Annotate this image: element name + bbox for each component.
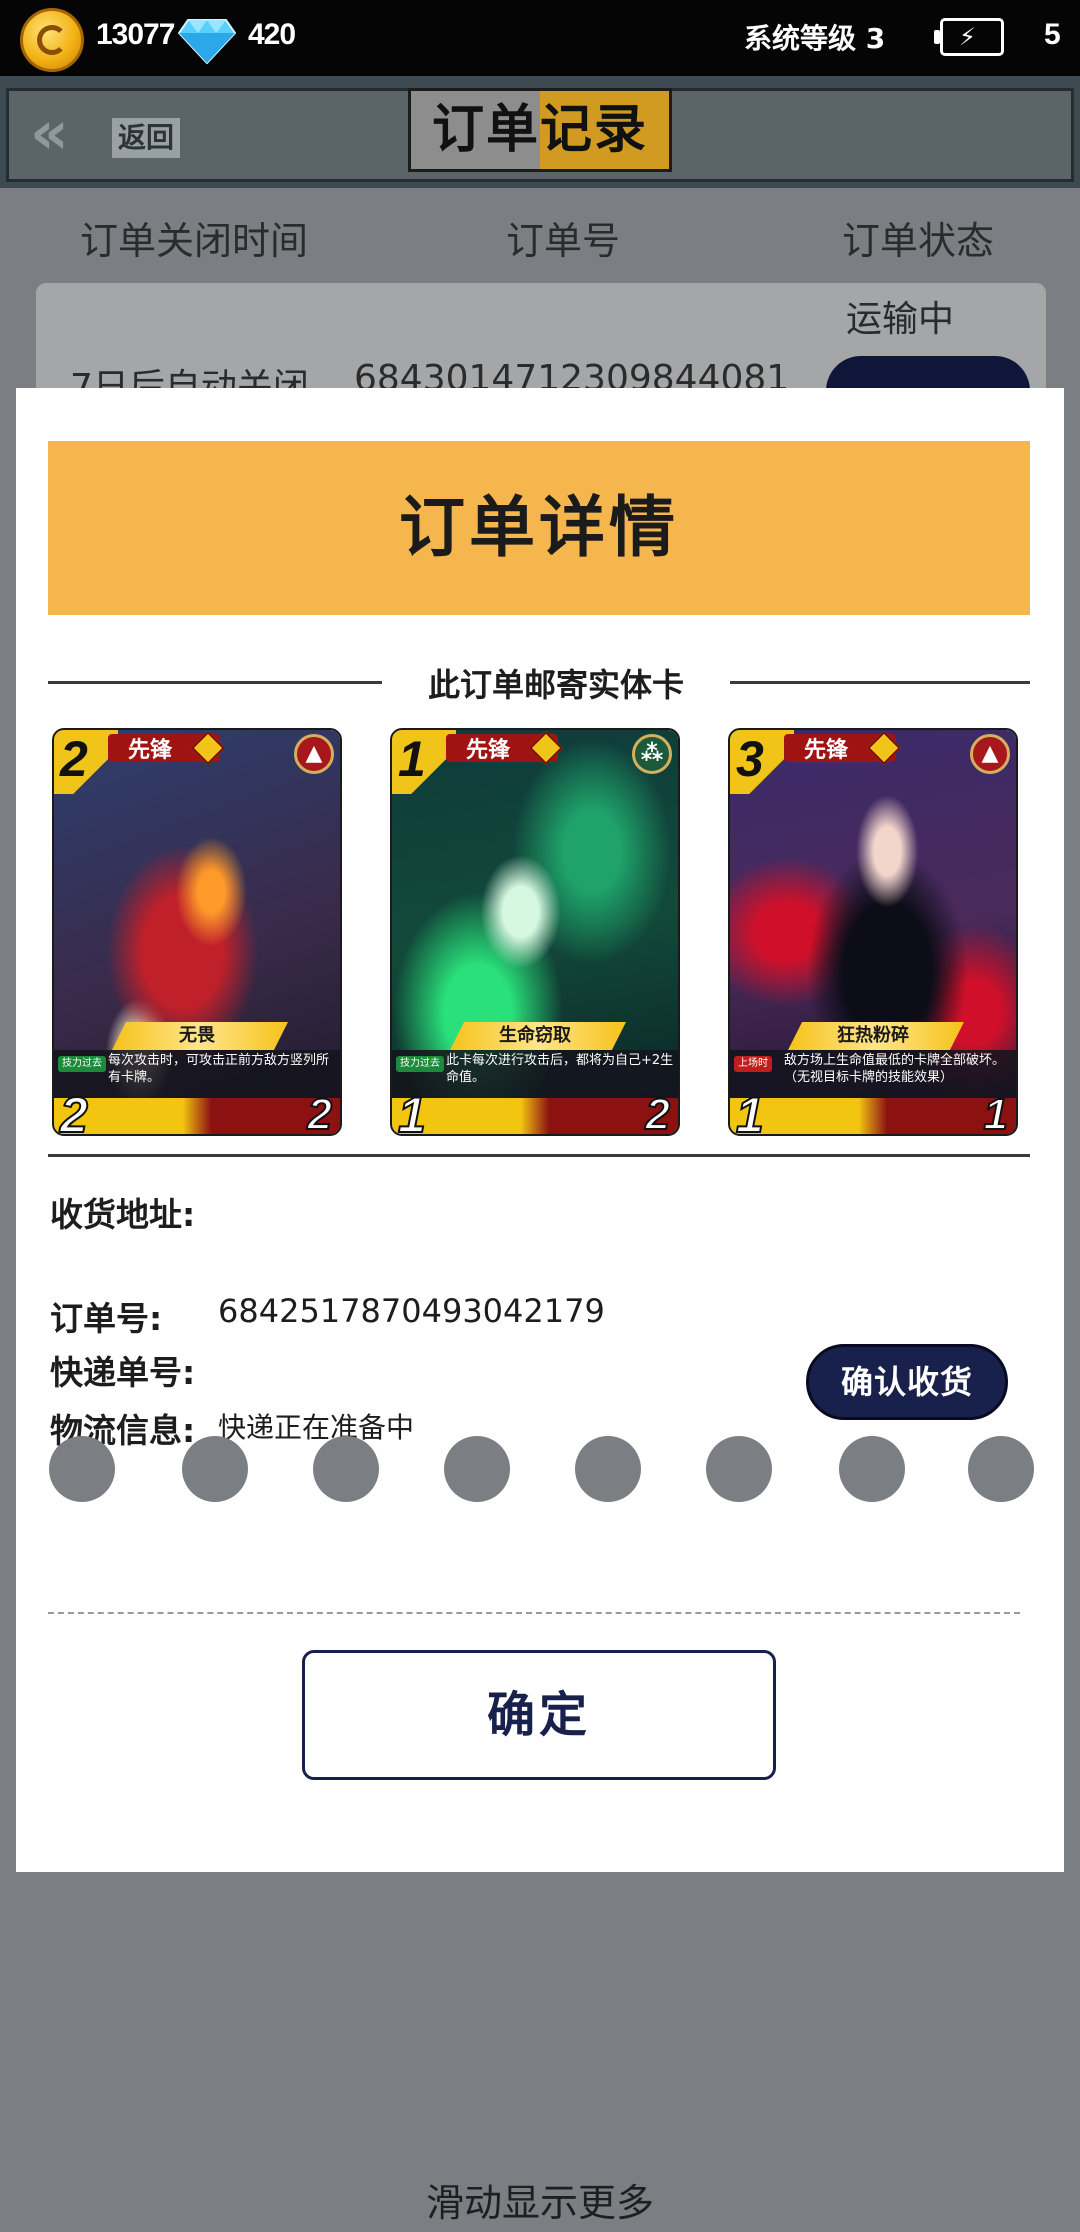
game-card[interactable]: 3 先锋 ▲ 狂热粉碎 上场时 敌方场上生命值最低的卡牌全部破坏。（无视目标卡牌… xyxy=(728,728,1018,1136)
card-attack: 1 xyxy=(397,1086,427,1136)
ticket-notch xyxy=(182,1436,248,1502)
confirm-button[interactable]: 确定 xyxy=(302,1650,776,1780)
card-attack: 1 xyxy=(735,1086,765,1136)
game-card[interactable]: 1 先锋 ⁂ 生命窃取 技力过去 此卡每次进行攻击后，都将为自己+2生命值。 1… xyxy=(390,728,680,1136)
dashed-divider xyxy=(48,1612,1020,1614)
system-level: 系统等级 3 xyxy=(744,22,886,55)
address-label: 收货地址: xyxy=(50,1195,196,1234)
divider xyxy=(730,681,1030,684)
ticket-notch xyxy=(313,1436,379,1502)
section-label: 此订单邮寄实体卡 xyxy=(427,666,684,704)
column-header-status: 订单状态 xyxy=(842,219,995,263)
modal-title-bar: 订单详情 xyxy=(48,441,1030,615)
confirm-receipt-button[interactable]: 确认收货 xyxy=(806,1344,1008,1420)
card-hp: 2 xyxy=(644,1089,671,1136)
card-tag: 上场时 xyxy=(734,1056,772,1072)
divider xyxy=(48,681,382,684)
column-header-order-no: 订单号 xyxy=(506,219,621,263)
card-attack: 2 xyxy=(59,1086,89,1136)
card-hp: 2 xyxy=(306,1089,333,1136)
order-detail-modal: 订单详情 此订单邮寄实体卡 2 先锋 ▲ 无畏 技力过去 每次攻击时，可攻击正前… xyxy=(16,388,1064,1872)
battery-count: 5 xyxy=(1044,18,1061,51)
card-tag: 技力过去 xyxy=(58,1056,106,1072)
card-name: 生命窃取 xyxy=(499,1025,571,1046)
ticket-notch xyxy=(968,1436,1034,1502)
order-status: 运输中 xyxy=(846,299,955,340)
card-role: 先锋 xyxy=(466,738,511,763)
tracking-label: 快递单号: xyxy=(50,1353,196,1392)
ticket-notch xyxy=(839,1436,905,1502)
flame-icon: ▲ xyxy=(294,734,334,774)
card-role: 先锋 xyxy=(804,738,849,763)
coin-icon xyxy=(20,8,84,72)
card-text: 每次攻击时，可攻击正前方敌方竖列所有卡牌。 xyxy=(108,1053,330,1085)
back-label: 返回 xyxy=(112,118,181,158)
back-button[interactable]: « 返回 xyxy=(30,98,200,170)
card-name: 无畏 xyxy=(179,1025,215,1046)
card-text: 敌方场上生命值最低的卡牌全部破坏。（无视目标卡牌的技能效果） xyxy=(784,1053,1006,1085)
status-bar: 13077 420 系统等级 3 ⚡ 5 xyxy=(0,0,1080,76)
scroll-hint: 滑动显示更多 xyxy=(425,2181,654,2225)
card-cost: 1 xyxy=(398,731,426,787)
card-name: 狂热粉碎 xyxy=(837,1025,909,1046)
divider xyxy=(48,1154,1030,1157)
modal-title: 订单详情 xyxy=(399,489,679,566)
order-no-label: 订单号: xyxy=(50,1299,163,1338)
card-hp: 1 xyxy=(982,1089,1009,1136)
card-cost: 2 xyxy=(60,731,88,787)
ticket-notch xyxy=(575,1436,641,1502)
page-header: « 返回 订单记录 xyxy=(0,76,1080,188)
card-tag: 技力过去 xyxy=(396,1056,444,1072)
battery-icon: ⚡ xyxy=(934,18,1004,56)
double-chevron-left-icon: « xyxy=(30,98,69,168)
triad-icon: ⁂ xyxy=(632,734,672,774)
diamond-icon xyxy=(178,19,236,64)
coin-count: 13077 xyxy=(96,18,175,51)
flame-icon: ▲ xyxy=(970,734,1010,774)
card-cost: 3 xyxy=(736,731,764,787)
page-title: 订单记录 xyxy=(408,88,672,172)
ticket-notch xyxy=(49,1436,115,1502)
card-role: 先锋 xyxy=(128,738,173,763)
logistics-value: 快递正在准备中 xyxy=(218,1411,415,1444)
gem-count: 420 xyxy=(248,18,296,51)
column-header-close-time: 订单关闭时间 xyxy=(80,219,309,263)
card-text: 此卡每次进行攻击后，都将为自己+2生命值。 xyxy=(446,1053,674,1085)
game-card[interactable]: 2 先锋 ▲ 无畏 技力过去 每次攻击时，可攻击正前方敌方竖列所有卡牌。 2 2 xyxy=(52,728,342,1136)
ticket-notch xyxy=(444,1436,510,1502)
ticket-notch xyxy=(706,1436,772,1502)
order-no-value: 6842517870493042179 xyxy=(218,1292,605,1330)
